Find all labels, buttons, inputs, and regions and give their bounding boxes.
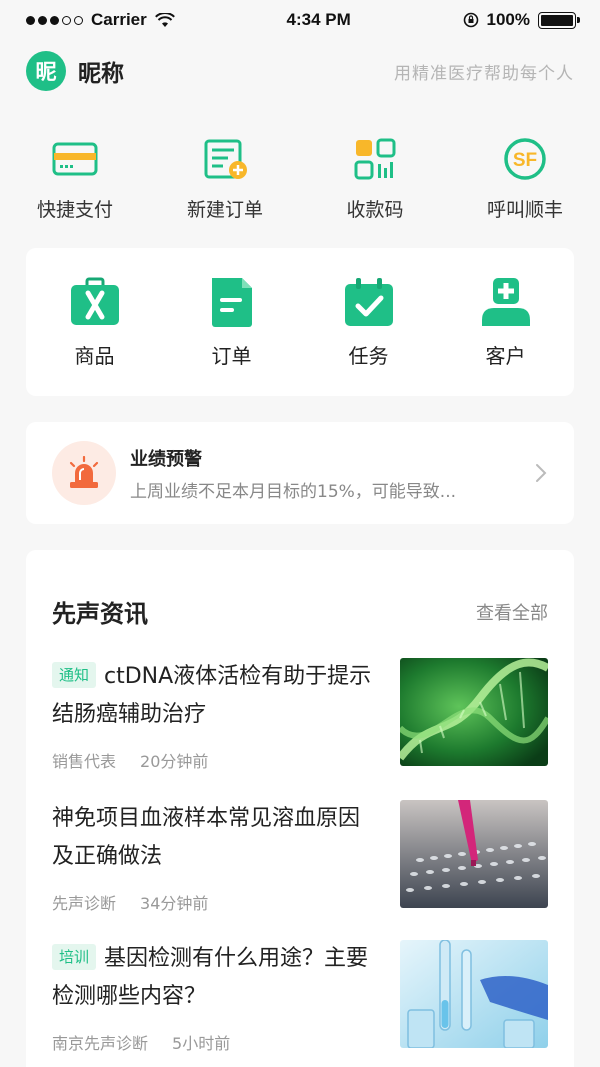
sf-express-icon: SF — [504, 138, 546, 180]
performance-alert-card[interactable]: 业绩预警 上周业绩不足本月目标的15%，可能导致... — [26, 422, 574, 524]
news-meta: 先声诊断 34分钟前 — [52, 890, 377, 914]
news-tag: 培训 — [52, 944, 97, 970]
main-menu-card: 商品 订单 任务 客户 — [26, 248, 574, 396]
battery-icon — [538, 11, 580, 29]
carrier-label: Carrier — [91, 10, 147, 29]
quick-actions: 快捷支付 新建订单 收款码 SF 呼叫顺丰 — [0, 135, 600, 225]
card-icon — [52, 142, 98, 176]
customer-icon — [481, 277, 530, 326]
chevron-right-icon — [536, 464, 547, 482]
nickname[interactable]: 昵称 — [78, 54, 124, 88]
dna-image — [400, 658, 548, 766]
clock: 4:34 PM — [286, 10, 351, 29]
call-sf-label: 呼叫顺丰 — [486, 199, 563, 221]
news-card: 先声资讯 查看全部 通知 ctDNA液体活检有助于提示结肠癌辅助治疗 销售代表 20… — [26, 550, 574, 1067]
alert-title: 业绩预警 — [130, 448, 202, 470]
tasks-button[interactable]: 任务 — [300, 276, 437, 369]
news-meta: 销售代表 20分钟前 — [52, 748, 377, 772]
alarm-icon — [69, 456, 99, 488]
products-label: 商品 — [74, 343, 115, 368]
svg-text:SF: SF — [513, 150, 537, 171]
product-icon — [70, 277, 119, 325]
slogan: 用精准医疗帮助每个人 — [394, 63, 574, 84]
news-source: 先声诊断 — [52, 894, 117, 913]
wifi-icon — [154, 12, 175, 27]
avatar[interactable]: 昵 — [26, 51, 66, 91]
news-tag: 通知 — [52, 662, 97, 688]
test-tube-image — [400, 940, 548, 1048]
call-sf-button[interactable]: SF 呼叫顺丰 — [450, 135, 600, 225]
news-source: 销售代表 — [52, 752, 117, 771]
header: 昵 昵称 用精准医疗帮助每个人 — [26, 50, 574, 92]
customers-label: 客户 — [485, 343, 526, 368]
status-bar: Carrier 4:34 PM 100% — [0, 0, 600, 40]
task-icon — [344, 277, 393, 326]
qrcode-button[interactable]: 收款码 — [300, 135, 450, 225]
tasks-label: 任务 — [348, 343, 389, 368]
signal-icon — [26, 15, 83, 25]
news-source: 南京先声诊断 — [52, 1034, 149, 1053]
customers-button[interactable]: 客户 — [437, 276, 574, 369]
news-headline: 通知 ctDNA液体活检有助于提示结肠癌辅助治疗 — [52, 662, 372, 727]
rotation-lock-icon — [463, 12, 478, 28]
qrcode-icon — [354, 138, 396, 180]
news-time: 5小时前 — [172, 1034, 231, 1053]
news-time: 34分钟前 — [140, 894, 209, 913]
sample-tray-image — [400, 800, 548, 908]
news-time: 20分钟前 — [140, 752, 209, 771]
new-order-icon — [204, 139, 247, 179]
products-button[interactable]: 商品 — [26, 276, 163, 369]
news-item[interactable]: 通知 ctDNA液体活检有助于提示结肠癌辅助治疗 销售代表 20分钟前 — [52, 658, 548, 771]
quick-pay-label: 快捷支付 — [36, 199, 113, 221]
qrcode-label: 收款码 — [346, 199, 404, 221]
news-headline: 培训 基因检测有什么用途？主要检测哪些内容？ — [52, 944, 369, 1009]
news-headline: 神免项目血液样本常见溶血原因及正确做法 — [52, 806, 361, 869]
battery-percent: 100% — [486, 10, 530, 29]
quick-pay-button[interactable]: 快捷支付 — [0, 135, 150, 225]
orders-label: 订单 — [211, 343, 252, 368]
new-order-button[interactable]: 新建订单 — [150, 135, 300, 225]
news-meta: 南京先声诊断 5小时前 — [52, 1030, 377, 1054]
view-all-link[interactable]: 查看全部 — [476, 599, 548, 625]
order-icon — [211, 277, 252, 327]
new-order-label: 新建订单 — [186, 199, 263, 221]
news-item[interactable]: 培训 基因检测有什么用途？主要检测哪些内容？ 南京先声诊断 5小时前 — [52, 940, 548, 1053]
news-item[interactable]: 神免项目血液样本常见溶血原因及正确做法 先声诊断 34分钟前 — [52, 800, 548, 913]
alert-description: 上周业绩不足本月目标的15%，可能导致... — [130, 481, 456, 502]
news-section-title: 先声资讯 — [52, 600, 148, 628]
alarm-icon-wrap — [52, 441, 116, 505]
orders-button[interactable]: 订单 — [163, 276, 300, 369]
